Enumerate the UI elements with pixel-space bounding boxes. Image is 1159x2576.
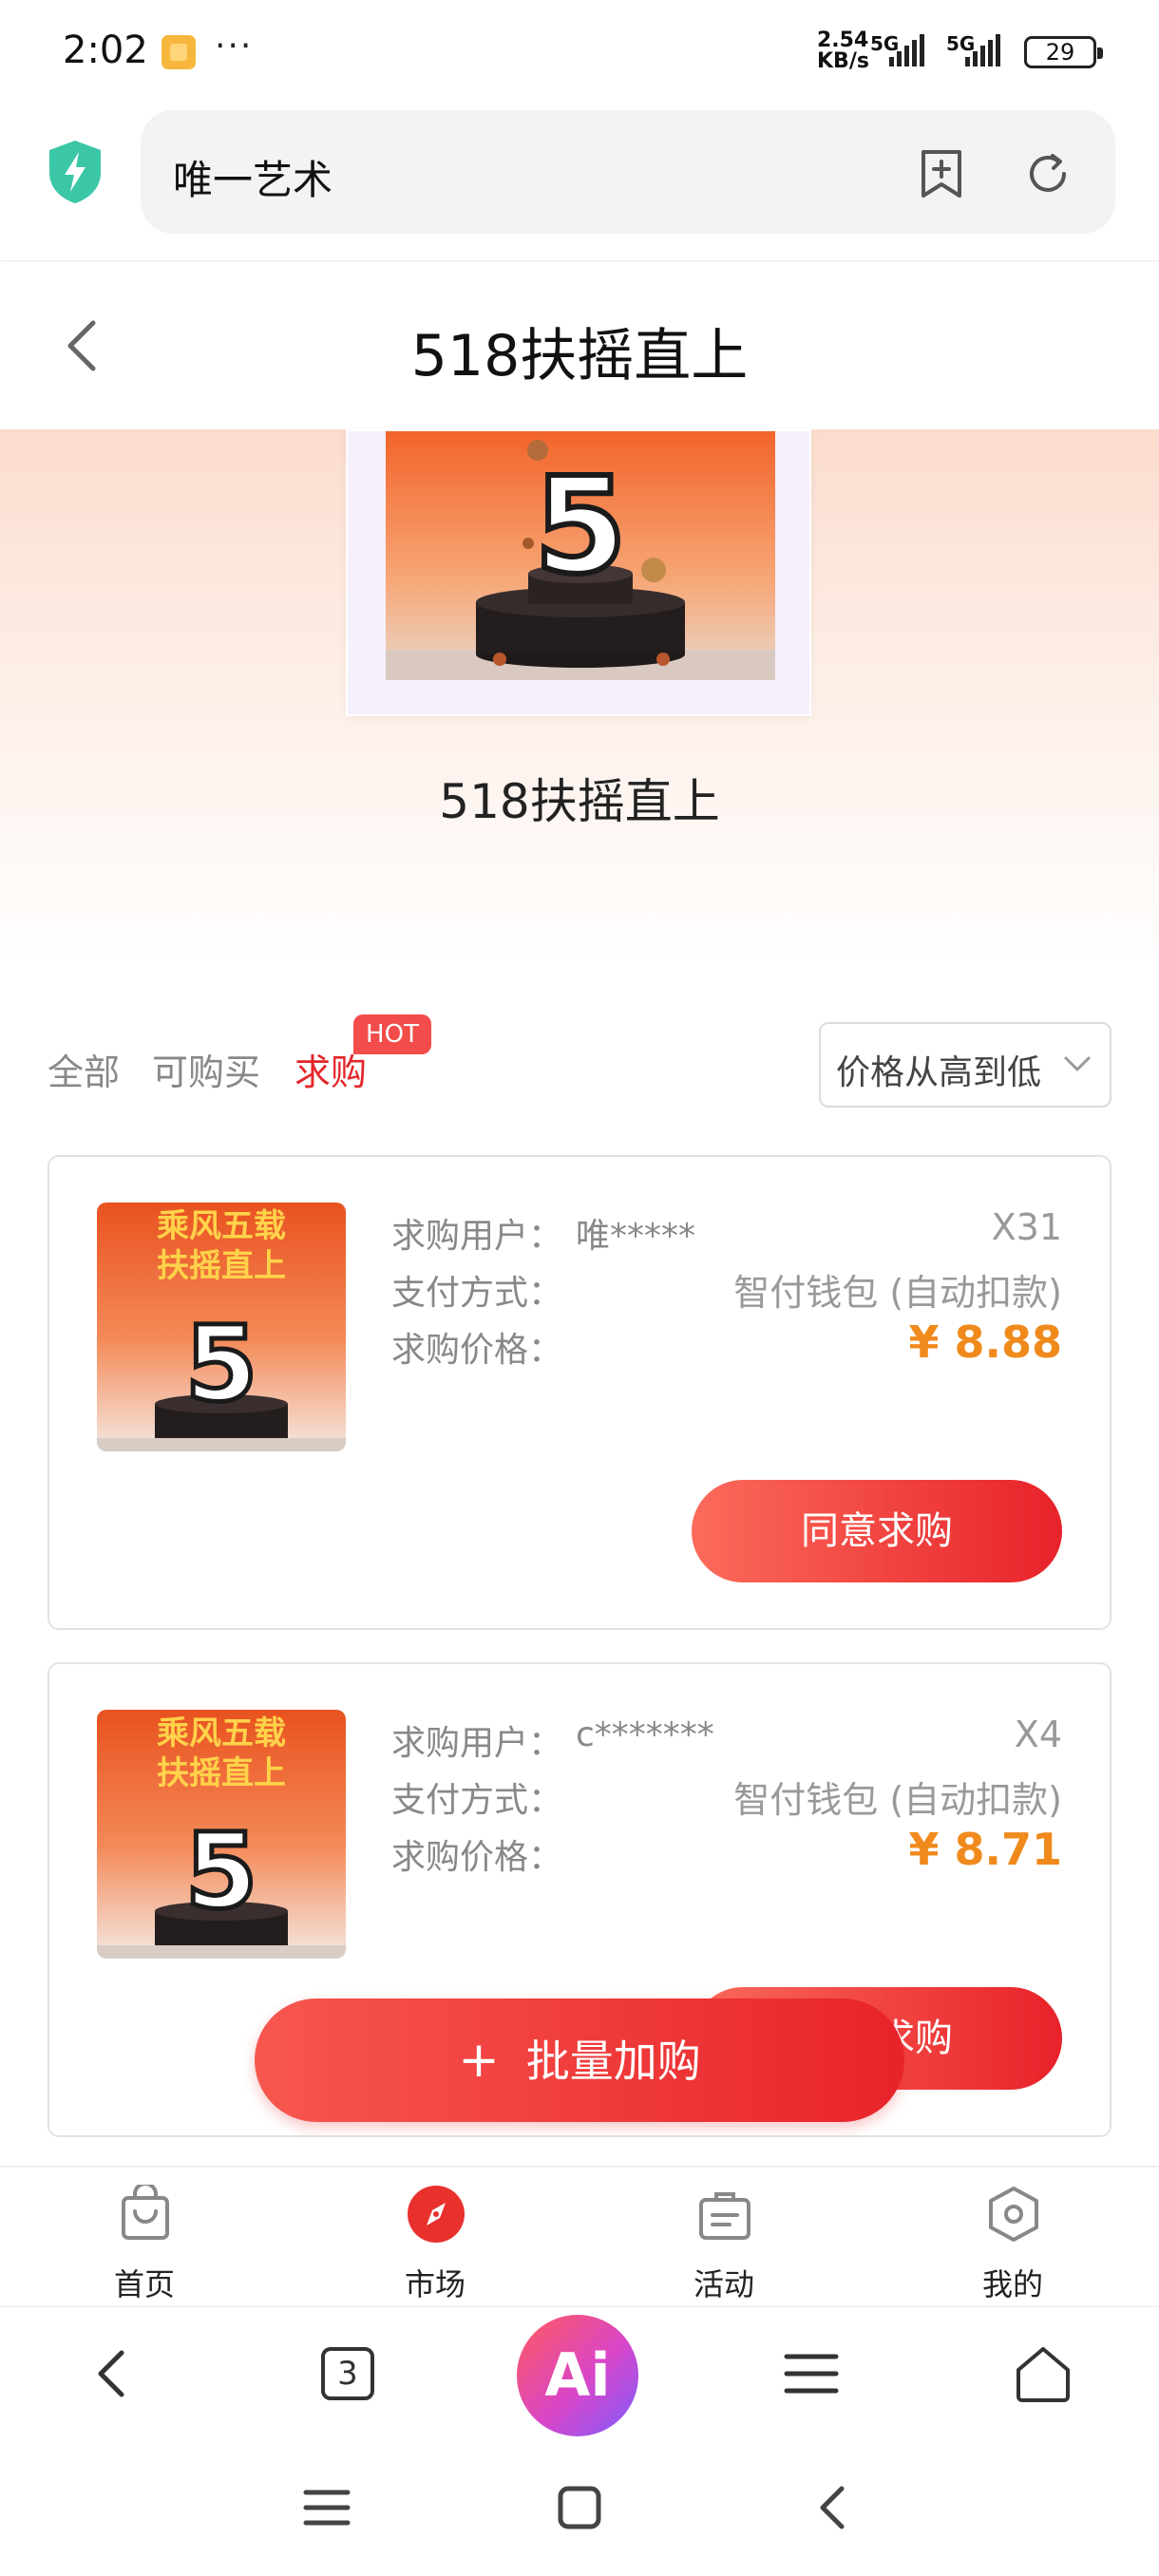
sort-dropdown[interactable]: 价格从高到低	[819, 1022, 1112, 1108]
refresh-icon[interactable]	[1022, 148, 1074, 199]
shopping-bag-icon	[122, 2185, 169, 2240]
address-text: 唯一艺术	[173, 157, 333, 203]
hot-badge: HOT	[353, 1014, 431, 1054]
signal-5g-icon-2: 5G	[946, 32, 1003, 68]
browser-address-bar: 唯一艺术	[0, 104, 1159, 261]
thumb-line2: 扶摇直上	[157, 1247, 286, 1285]
filter-bar: 全部 可购买 求购 HOT 价格从高到低	[0, 1007, 1159, 1121]
battery-indicator: 29	[1024, 36, 1103, 68]
collection-hero: 5 518扶摇直上	[0, 429, 1159, 966]
sort-label: 价格从高到低	[836, 1053, 1042, 1092]
payment-label: 支付方式：	[391, 1781, 563, 1820]
briefcase-icon	[699, 2192, 750, 2240]
system-nav-bar	[0, 2439, 1159, 2576]
page-header: 518扶摇直上	[0, 262, 1159, 429]
browser-toolbar: 3 Ai	[0, 2306, 1159, 2439]
batch-add-button[interactable]: + 批量加购	[255, 1998, 904, 2122]
thumb-line2: 扶摇直上	[157, 1754, 286, 1792]
order-thumbnail[interactable]: 乘风五载 扶摇直上 5	[97, 1203, 346, 1451]
tab-count: 3	[337, 2355, 358, 2393]
collection-artwork[interactable]: 5	[386, 431, 775, 680]
nav-label-mine: 我的	[981, 2266, 1043, 2302]
order-thumbnail[interactable]: 乘风五载 扶摇直上 5	[97, 1710, 346, 1959]
buyer-label: 求购用户：	[391, 1724, 563, 1763]
home-square-icon[interactable]	[553, 2481, 606, 2534]
thumb-line1: 乘风五载	[157, 1714, 286, 1752]
system-back-icon[interactable]	[808, 2481, 861, 2534]
tabs-button[interactable]: 3	[317, 2343, 378, 2404]
offer-price: ¥ 8.71	[908, 1824, 1062, 1875]
nav-item-market[interactable]: 市场	[340, 2168, 530, 2308]
payment-label: 支付方式：	[391, 1274, 563, 1313]
buyer-name: c*******	[576, 1715, 714, 1754]
quantity: X31	[991, 1206, 1062, 1248]
recent-apps-icon[interactable]	[300, 2481, 353, 2534]
collection-name: 518扶摇直上	[439, 774, 720, 829]
shield-bolt-icon[interactable]	[46, 139, 104, 205]
nav-label-market: 市场	[404, 2266, 466, 2302]
plus-icon: +	[458, 2032, 500, 2089]
address-field[interactable]: 唯一艺术	[141, 110, 1115, 234]
network-speed: 2.54 KB/s	[817, 30, 869, 72]
payment-method: 智付钱包 (自动扣款)	[733, 1272, 1062, 1314]
browser-back-icon[interactable]	[84, 2343, 144, 2404]
compass-icon	[408, 2186, 465, 2243]
bottom-tab-nav: 首页 市场 活动 我的	[0, 2166, 1159, 2306]
price-label: 求购价格：	[391, 1331, 563, 1370]
nav-item-home[interactable]: 首页	[49, 2168, 239, 2308]
bookmark-add-icon[interactable]	[916, 148, 967, 199]
ai-assistant-button[interactable]: Ai	[517, 2315, 638, 2436]
thumb-line1: 乘风五载	[157, 1207, 286, 1245]
page-title: 518扶摇直上	[410, 323, 749, 389]
tab-available[interactable]: 可购买	[152, 1043, 260, 1095]
thumb-number: 5	[185, 1303, 258, 1425]
nav-label-home: 首页	[113, 2266, 175, 2302]
chevron-down-icon	[1064, 1056, 1091, 1071]
buyer-name: 唯*****	[576, 1217, 696, 1256]
tab-all[interactable]: 全部	[48, 1043, 120, 1095]
offer-price: ¥ 8.88	[908, 1316, 1062, 1368]
price-label: 求购价格：	[391, 1838, 563, 1877]
collection-image-frame: 5	[346, 429, 811, 716]
home-icon[interactable]	[1013, 2343, 1074, 2404]
nav-item-activity[interactable]: 活动	[629, 2168, 819, 2308]
network-speed-unit: KB/s	[817, 49, 869, 73]
more-notifications-icon: ···	[215, 27, 254, 66]
nav-label-activity: 活动	[693, 2266, 754, 2302]
menu-icon[interactable]	[781, 2343, 842, 2404]
status-bar: 2:02 ··· 2.54 KB/s 5G 5G 29	[0, 0, 1159, 104]
purchase-request-card: 乘风五载 扶摇直上 5 求购用户： 唯***** X31 支付方式： 智付钱包 …	[48, 1155, 1112, 1630]
status-time: 2:02	[63, 28, 148, 72]
nav-item-mine[interactable]: 我的	[918, 2168, 1108, 2308]
payment-method: 智付钱包 (自动扣款)	[733, 1779, 1062, 1821]
batch-add-label: 批量加购	[525, 2036, 701, 2087]
hero-art-number: 5	[534, 449, 626, 604]
notes-app-icon	[162, 35, 196, 69]
accept-offer-button[interactable]: 同意求购	[692, 1480, 1062, 1582]
hexagon-icon	[989, 2187, 1038, 2242]
quantity: X4	[1014, 1714, 1062, 1755]
thumb-number: 5	[185, 1810, 258, 1932]
signal-5g-icon: 5G	[870, 32, 927, 68]
network-speed-value: 2.54	[817, 28, 869, 52]
buyer-label: 求购用户：	[391, 1217, 563, 1256]
